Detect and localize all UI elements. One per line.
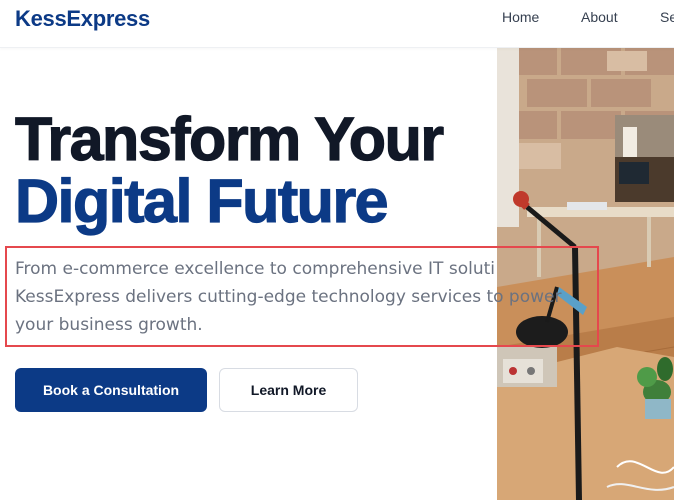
description-line-1: From e-commerce excellence to comprehens… <box>15 259 495 279</box>
description-line-3: your business growth. <box>15 315 203 335</box>
nav-link-about[interactable]: About <box>581 9 618 25</box>
book-consultation-button[interactable]: Book a Consultation <box>15 368 207 412</box>
nav-link-services[interactable]: Se <box>660 9 674 25</box>
learn-more-button[interactable]: Learn More <box>219 368 358 412</box>
headline-line-1: Transform Your <box>14 105 444 173</box>
hero-headline: Transform Your Digital Future <box>14 105 444 235</box>
nav-link-home[interactable]: Home <box>502 9 539 25</box>
headline-line-2: Digital Future <box>14 167 389 235</box>
page: KessExpress Home About Se Transform Your… <box>0 0 674 500</box>
brand-logo[interactable]: KessExpress <box>15 6 150 32</box>
description-line-2: KessExpress delivers cutting-edge techno… <box>15 287 562 307</box>
site-header: KessExpress Home About Se <box>0 0 674 48</box>
hero-description: From e-commerce excellence to comprehens… <box>15 255 635 339</box>
